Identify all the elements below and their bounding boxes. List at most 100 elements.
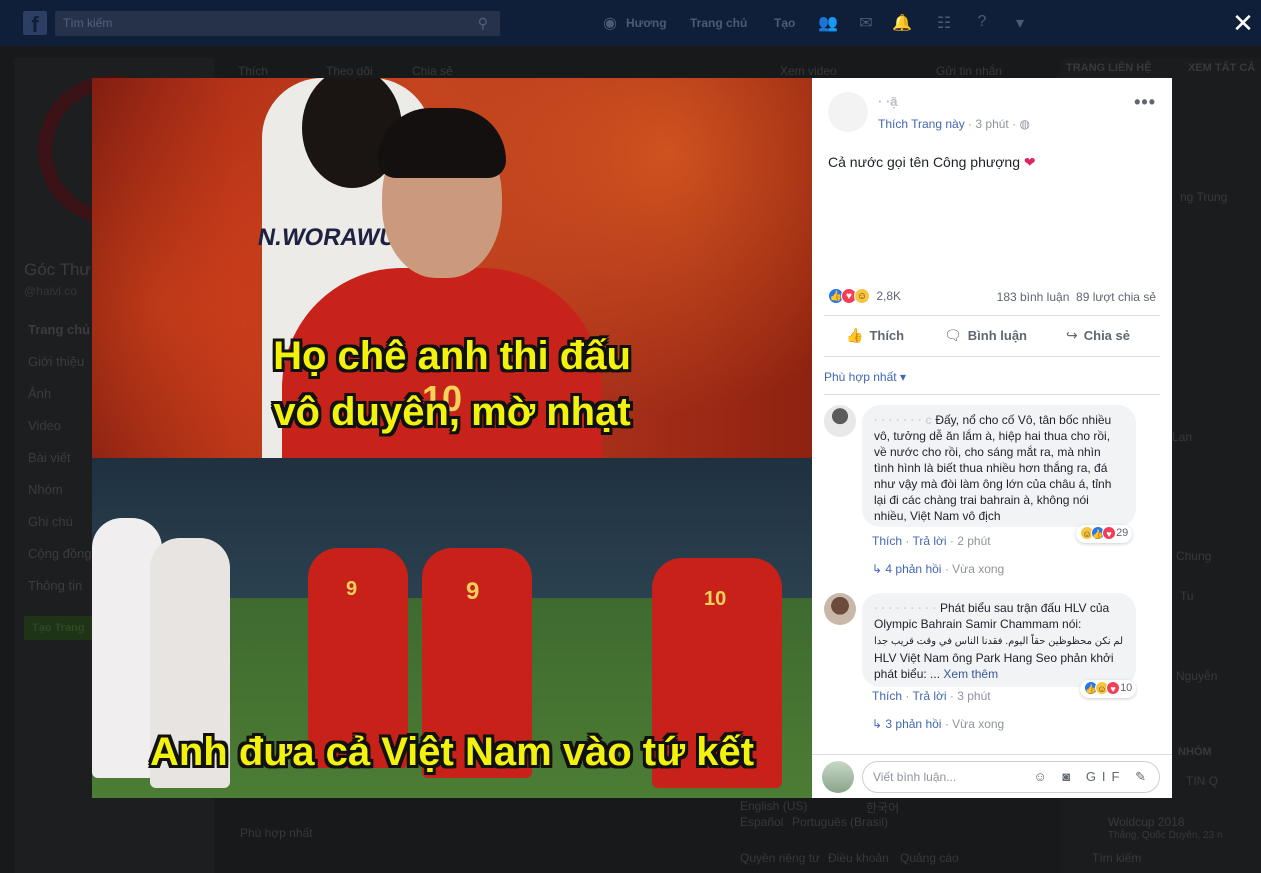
friends-icon[interactable]: 👥 (818, 13, 838, 33)
nav-create[interactable]: Tạo (774, 16, 795, 30)
bg-footer-privacy[interactable]: Quyền riêng tư (740, 851, 820, 865)
comment-reactions[interactable]: ☺👍 ♥ 29 (1076, 525, 1133, 543)
help-icon[interactable]: ? (972, 13, 992, 33)
reaction-summary[interactable]: 👍 ♥ ☺ 2,8K (828, 288, 901, 306)
sort-label: Phù hợp nhất (824, 370, 897, 384)
comment-actions: Thích · Trả lời · 3 phút (872, 689, 991, 703)
replies-time: Vừa xong (952, 562, 1005, 576)
right-item-3[interactable]: Chung (1176, 549, 1211, 563)
see-more-link[interactable]: Xem thêm (943, 667, 998, 681)
bg-send-message-button[interactable]: Gửi tin nhắn (936, 64, 1002, 78)
comment-like-link[interactable]: Thích (872, 689, 902, 703)
bg-follow-button[interactable]: Theo dõi (326, 64, 373, 78)
bg-footer-ads[interactable]: Quảng cáo (900, 851, 959, 865)
commenter-avatar[interactable] (824, 593, 856, 625)
left-nav-about[interactable]: Giới thiệu (28, 354, 84, 369)
divider (824, 394, 1160, 395)
replies-count: 4 phản hồi (885, 562, 942, 576)
nav-profile[interactable]: Hương (626, 16, 667, 30)
nav-home[interactable]: Trang chủ (690, 16, 747, 30)
left-nav-home[interactable]: Trang chủ (28, 322, 90, 337)
comment-label: Bình luận (967, 328, 1027, 343)
left-nav-community[interactable]: Cộng đồng (28, 546, 92, 561)
view-replies-link[interactable]: ↳ 3 phản hồi · Vừa xong (872, 717, 1004, 731)
divider (824, 356, 1160, 357)
shares-count[interactable]: 89 lượt chia sẻ (1076, 290, 1156, 304)
emoji-camera-gif-sticker-icons[interactable]: ☺ ◙ GIF ✎ (1033, 769, 1152, 784)
right-group-1[interactable]: TIN Q (1186, 774, 1218, 788)
reply-arrow-icon: ↳ (872, 717, 883, 731)
comment-reactions[interactable]: 👍☺ ♥ 10 (1080, 680, 1137, 698)
comment-placeholder: Viết bình luận... (873, 770, 957, 784)
left-nav-posts[interactable]: Bài viết (28, 450, 71, 465)
comments-count[interactable]: 183 bình luận (997, 290, 1070, 304)
bg-like-button[interactable]: Thích (238, 64, 268, 78)
right-group-2-sub: Thắng, Quốc Duyên, 23 n (1108, 830, 1223, 841)
right-item-2[interactable]: Lan (1172, 430, 1192, 444)
bg-share-button[interactable]: Chia sẻ (412, 64, 453, 78)
bg-watch-video-button[interactable]: Xem video (780, 64, 837, 78)
post-stats: 183 bình luận 89 lượt chia sẻ (997, 290, 1156, 304)
view-replies-link[interactable]: ↳ 4 phản hồi · Vừa xong (872, 562, 1004, 576)
commenter-name[interactable]: · · · · · · · c (874, 413, 935, 427)
share-label: Chia sẻ (1083, 328, 1130, 343)
comment-time[interactable]: 2 phút (957, 534, 990, 548)
messenger-icon[interactable]: ✉ (856, 13, 876, 33)
like-page-link[interactable]: Thích Trang này (878, 117, 965, 131)
reply-arrow-icon: ↳ (872, 562, 883, 576)
page-avatar-small[interactable] (828, 92, 868, 132)
current-user-avatar (822, 761, 854, 793)
sort-dropdown[interactable]: Phù hợp nhất ▾ (824, 370, 906, 384)
comment-like-link[interactable]: Thích (872, 534, 902, 548)
left-nav-groups[interactable]: Nhóm (28, 482, 63, 497)
left-nav-videos[interactable]: Video (28, 418, 61, 433)
caption-top-line1: Họ chê anh thi đấu (273, 334, 631, 378)
comment-reply-link[interactable]: Trả lời (912, 534, 946, 548)
bg-language-4[interactable]: Español (740, 815, 783, 829)
profile-avatar-icon[interactable]: ◉ (600, 13, 620, 33)
composer-icons[interactable]: ☺ ◙ GIF ✎ (1033, 769, 1152, 785)
poster-name[interactable]: · ·ạ̃ (878, 94, 898, 109)
number-center: 9 (466, 578, 480, 605)
commenter-name[interactable]: · · · · · · · · · (874, 601, 940, 615)
more-options-icon[interactable]: ••• (1134, 92, 1156, 113)
right-item-5[interactable]: Nguyễn (1176, 669, 1217, 683)
post-text: Cả nước gọi tên Công phượng ❤ (828, 154, 1158, 171)
right-see-all[interactable]: XEM TẤT CẢ (1188, 62, 1255, 74)
bg-footer-terms[interactable]: Điều khoản (828, 851, 889, 865)
right-group-2[interactable]: Woldcup 2018 (1108, 815, 1185, 829)
left-nav-info[interactable]: Thông tin (28, 578, 82, 593)
comment-reply-link[interactable]: Trả lời (912, 689, 946, 703)
comment-button[interactable]: 🗨 Bình luận (944, 327, 1027, 344)
chevron-down-icon: ▾ (899, 370, 906, 384)
number-right: 10 (704, 588, 727, 610)
like-button[interactable]: 👍 Thích (846, 327, 904, 344)
right-contacts-header: TRANG LIÊN HỆ (1066, 62, 1152, 74)
bg-sort-label[interactable]: Phù hợp nhất (240, 826, 313, 840)
search-icon[interactable]: ⚲ (478, 15, 488, 32)
post-photo[interactable]: N.WORAWUT 10 9 9 10 Họ chê anh thi đấu v… (92, 78, 812, 798)
post-side-panel: · ·ạ̃ Thích Trang này · 3 phút · ◍ ••• C… (812, 78, 1172, 798)
divider (824, 315, 1160, 316)
post-time[interactable]: 3 phút (975, 117, 1008, 131)
comment-bubble: · · · · · · · · · Phát biểu sau trận đấu… (862, 593, 1136, 687)
right-search[interactable]: Tìm kiếm (1092, 851, 1141, 865)
love-reaction-icon: ♥ (1102, 526, 1116, 540)
reaction-count[interactable]: 2,8K (876, 289, 901, 303)
comment-time[interactable]: 3 phút (957, 689, 990, 703)
right-item-1[interactable]: ng Trung (1180, 190, 1227, 204)
commenter-avatar[interactable] (824, 405, 856, 437)
notifications-icon[interactable]: 🔔 (892, 13, 912, 33)
account-menu-chevron-down-icon[interactable]: ▾ (1010, 13, 1030, 33)
close-icon[interactable]: ✕ (1230, 10, 1256, 36)
bg-language-5[interactable]: Português (Brasil) (792, 815, 888, 829)
share-button[interactable]: ↪ Chia sẻ (1066, 327, 1130, 344)
facebook-logo-icon[interactable]: f (23, 11, 47, 37)
groups-icon[interactable]: ☷ (934, 13, 954, 33)
left-nav-notes[interactable]: Ghi chú (28, 514, 73, 529)
right-item-4[interactable]: Tu (1180, 589, 1194, 603)
bg-language-3[interactable]: 한국어 (866, 799, 899, 816)
left-nav-photos[interactable]: Ảnh (28, 386, 51, 401)
search-input[interactable]: Tìm kiếm ⚲ (55, 11, 500, 36)
bg-language-2[interactable]: English (US) (740, 799, 807, 813)
